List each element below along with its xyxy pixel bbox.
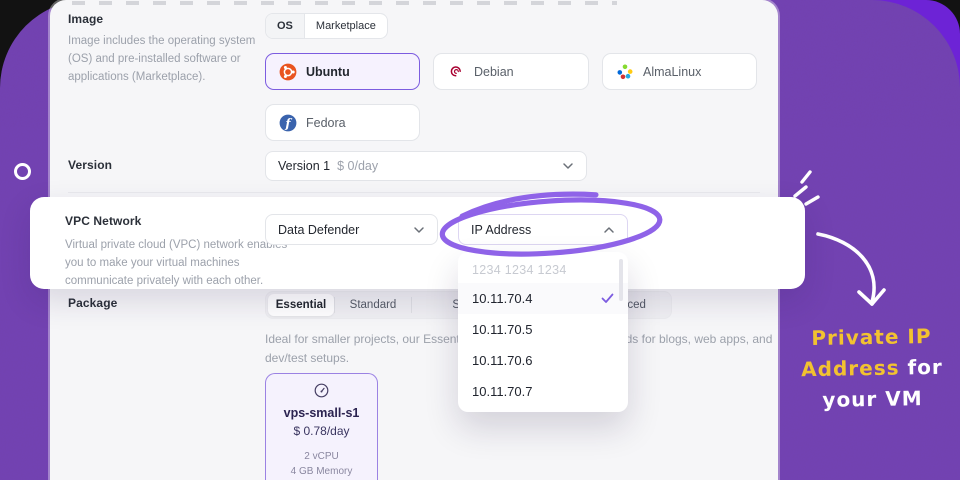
ubuntu-icon bbox=[279, 63, 297, 81]
spec-cpu: 2 vCPU bbox=[304, 451, 339, 462]
fedora-icon: f bbox=[279, 114, 297, 132]
image-section: Image Image includes the operating syste… bbox=[68, 12, 760, 141]
decorative-ring-icon bbox=[14, 163, 31, 180]
package-tab-standard[interactable]: Standard bbox=[335, 294, 411, 316]
ip-placeholder: 1234 1234 1234 bbox=[472, 263, 567, 277]
almalinux-icon bbox=[616, 63, 634, 81]
check-icon bbox=[601, 293, 614, 304]
annotation-line2: Address for bbox=[800, 354, 944, 382]
chevron-down-icon bbox=[413, 226, 425, 234]
package-price: $ 0.78/day bbox=[293, 424, 350, 438]
ip-option-label: 10.11.70.5 bbox=[472, 322, 533, 337]
tab-marketplace[interactable]: Marketplace bbox=[305, 14, 387, 38]
image-controls: OS Marketplace Ubuntu Debian AlmaLinux f… bbox=[265, 13, 760, 141]
package-name: vps-small-s1 bbox=[283, 406, 360, 420]
os-option-ubuntu[interactable]: Ubuntu bbox=[265, 53, 420, 90]
vpc-description: Virtual private cloud (VPC) network enab… bbox=[65, 239, 288, 287]
chevron-down-icon bbox=[562, 162, 574, 170]
annotation-line3: your VM bbox=[822, 386, 923, 412]
annotation-line1: Private IP bbox=[811, 323, 932, 351]
page: Private IP Address for your VM Image Ima… bbox=[0, 0, 960, 480]
vpc-network-card: VPC Network Virtual private cloud (VPC) … bbox=[30, 197, 805, 289]
package-specs: 2 vCPU 4 GB Memory 40 GB Disk Space bbox=[266, 449, 377, 480]
image-description: Image includes the operating system (OS)… bbox=[68, 35, 256, 83]
os-option-label: AlmaLinux bbox=[643, 64, 702, 79]
section-divider bbox=[68, 192, 760, 193]
ip-option-label: 10.11.70.7 bbox=[472, 384, 533, 399]
version-price: $ 0/day bbox=[337, 159, 379, 173]
package-tab-essential[interactable]: Essential bbox=[268, 294, 334, 316]
image-label: Image bbox=[68, 12, 104, 26]
package-card-vps-small-s1[interactable]: vps-small-s1 $ 0.78/day 2 vCPU 4 GB Memo… bbox=[265, 373, 378, 480]
ip-option[interactable]: 10.11.70.7 bbox=[458, 376, 628, 407]
chevron-up-icon bbox=[603, 226, 615, 234]
ip-option[interactable]: 10.11.70.5 bbox=[458, 314, 628, 345]
os-option-label: Ubuntu bbox=[306, 64, 350, 79]
os-option-fedora[interactable]: f Fedora bbox=[265, 104, 420, 141]
gauge-icon bbox=[314, 383, 329, 398]
image-section-label-block: Image Image includes the operating syste… bbox=[68, 12, 268, 86]
os-option-label: Fedora bbox=[306, 115, 346, 130]
debian-icon bbox=[447, 63, 465, 81]
spec-memory: 4 GB Memory bbox=[290, 466, 353, 477]
vpc-network-select[interactable]: Data Defender bbox=[265, 214, 438, 245]
ip-option-label: 10.11.70.4 bbox=[472, 291, 533, 306]
ip-select-label: IP Address bbox=[471, 222, 532, 237]
os-option-almalinux[interactable]: AlmaLinux bbox=[602, 53, 757, 90]
tab-os[interactable]: OS bbox=[266, 14, 304, 38]
image-source-toggle: OS Marketplace bbox=[265, 13, 388, 39]
vpc-label: VPC Network bbox=[65, 214, 142, 228]
ip-option[interactable]: 10.11.70.6 bbox=[458, 345, 628, 376]
version-value: Version 1 bbox=[278, 159, 331, 173]
ip-option-label: 10.11.70.6 bbox=[472, 353, 533, 368]
os-option-debian[interactable]: Debian bbox=[433, 53, 589, 90]
ip-address-select[interactable]: IP Address bbox=[458, 214, 628, 245]
annotation-caption: Private IP Address for your VM bbox=[782, 320, 960, 416]
package-label: Package bbox=[68, 296, 118, 310]
dropdown-scrollbar[interactable] bbox=[619, 259, 623, 301]
version-select[interactable]: Version 1 $ 0/day bbox=[265, 151, 587, 181]
ip-option-selected[interactable]: 10.11.70.4 bbox=[458, 283, 628, 314]
vpc-network-value: Data Defender bbox=[278, 222, 360, 237]
version-label: Version bbox=[68, 158, 113, 172]
os-option-label: Debian bbox=[474, 64, 514, 79]
cropped-top-content bbox=[72, 1, 617, 5]
ip-address-dropdown: 1234 1234 1234 10.11.70.4 10.11.70.5 10.… bbox=[458, 252, 628, 412]
